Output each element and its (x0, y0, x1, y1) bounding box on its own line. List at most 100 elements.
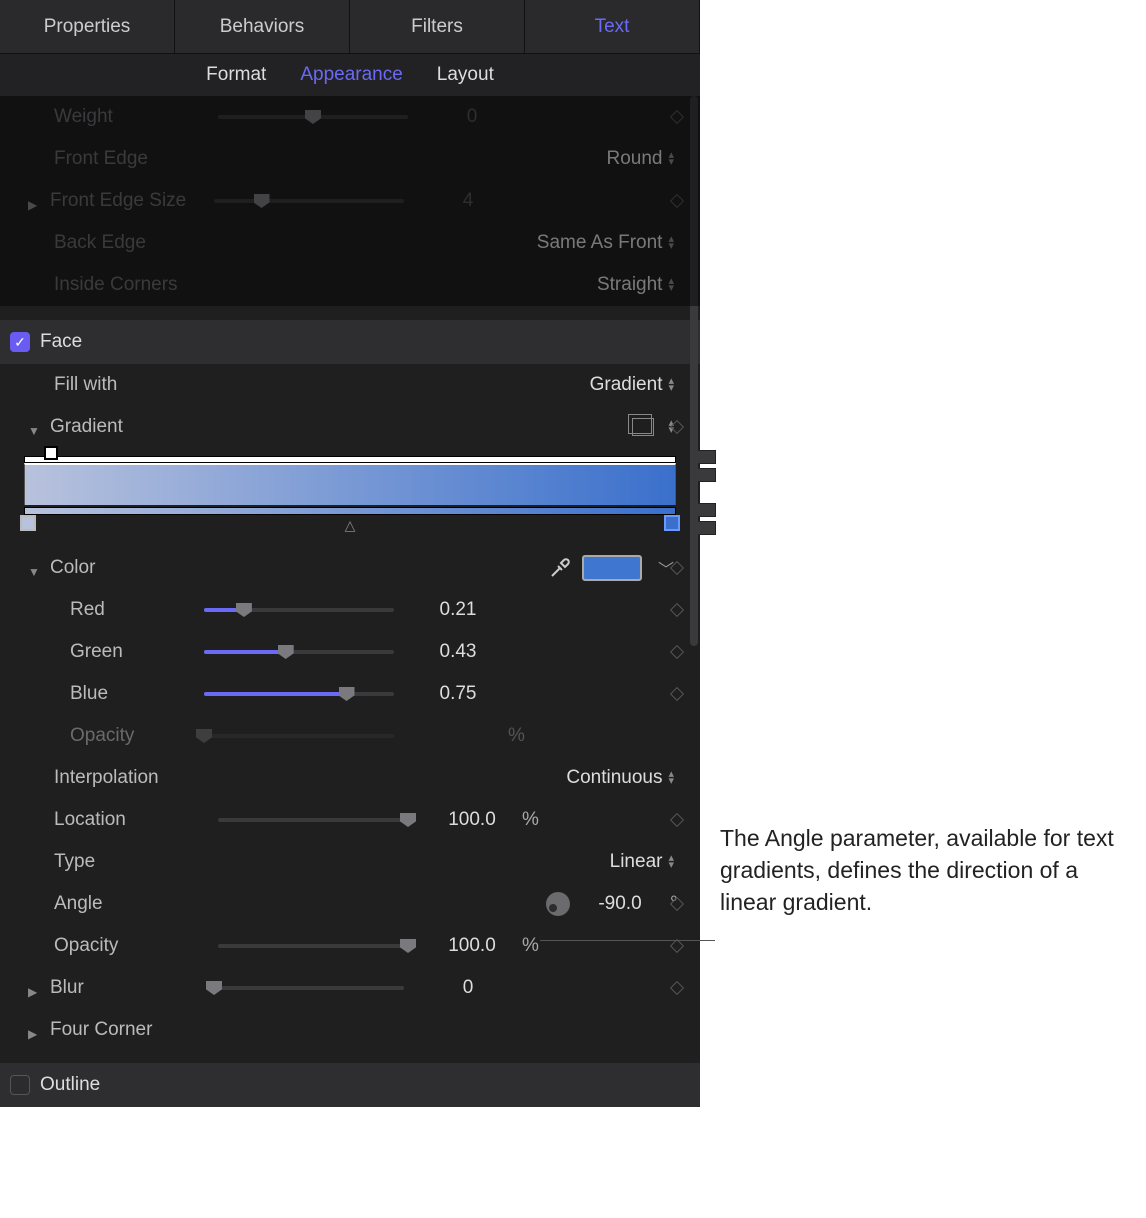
front-edge-size-label: Front Edge Size (50, 190, 200, 212)
color-well[interactable] (582, 555, 642, 581)
opacity-slider (204, 734, 394, 738)
tab-behaviors[interactable]: Behaviors (175, 0, 350, 53)
annotation-text: The Angle parameter, available for text … (720, 822, 1120, 919)
outline-checkbox[interactable] (10, 1075, 30, 1095)
param-gradient: Gradient (0, 406, 700, 448)
red-value[interactable]: 0.21 (408, 599, 508, 621)
keyframe-icon[interactable] (670, 110, 684, 124)
keyframe-icon[interactable] (670, 645, 684, 659)
callout-line (540, 940, 715, 941)
param-location: Location 100.0% (0, 799, 700, 841)
fill-with-label: Fill with (54, 374, 204, 396)
keyframe-icon[interactable] (670, 813, 684, 827)
weight-slider[interactable] (218, 115, 408, 119)
green-value[interactable]: 0.43 (408, 641, 508, 663)
param-opacity: Opacity % (0, 715, 700, 757)
green-slider[interactable] (204, 650, 394, 654)
disclosure-icon[interactable] (28, 980, 44, 996)
type-label: Type (54, 851, 204, 873)
back-edge-select[interactable]: Same As Front (537, 232, 674, 254)
param-green: Green 0.43 (0, 631, 700, 673)
location-label: Location (54, 809, 204, 831)
preset-icon[interactable] (632, 418, 654, 436)
scrollbar[interactable] (690, 96, 698, 646)
weight-value[interactable]: 0 (422, 106, 522, 128)
inside-corners-label: Inside Corners (54, 274, 204, 296)
eyedropper-icon[interactable] (548, 556, 572, 580)
blue-value[interactable]: 0.75 (408, 683, 508, 705)
param-fill-with: Fill with Gradient (0, 364, 700, 406)
inside-corners-select[interactable]: Straight (597, 274, 674, 296)
param-blue: Blue 0.75 (0, 673, 700, 715)
outline-section: Outline (0, 1063, 700, 1107)
subtab-layout[interactable]: Layout (437, 64, 494, 86)
angle-value[interactable]: -90.0 (570, 893, 670, 915)
param-angle: Angle -90.0° (0, 883, 700, 925)
blue-label: Blue (70, 683, 190, 705)
blue-slider[interactable] (204, 692, 394, 696)
parameters-list: Weight 0 Front Edge Round Front Edge Siz… (0, 96, 700, 1107)
disclosure-icon[interactable] (28, 1022, 44, 1038)
keyframe-icon[interactable] (670, 981, 684, 995)
green-label: Green (70, 641, 190, 663)
interpolation-label: Interpolation (54, 767, 204, 789)
keyframe-icon[interactable] (670, 603, 684, 617)
interpolation-select[interactable]: Continuous (566, 767, 674, 789)
four-corner-label: Four Corner (50, 1019, 200, 1041)
blur-value[interactable]: 0 (418, 977, 518, 999)
opacity-label: Opacity (70, 725, 190, 747)
gradient-bar[interactable] (24, 463, 676, 505)
tab-text[interactable]: Text (525, 0, 700, 53)
color-label: Color (50, 557, 200, 579)
disclosure-icon[interactable] (28, 193, 44, 209)
outline-label: Outline (40, 1074, 100, 1096)
location-value[interactable]: 100.0 (422, 809, 522, 831)
front-edge-size-value[interactable]: 4 (418, 190, 518, 212)
gradient-label: Gradient (50, 416, 200, 438)
tab-filters[interactable]: Filters (350, 0, 525, 53)
keyframe-icon[interactable] (670, 687, 684, 701)
gradient-color-stop[interactable] (20, 515, 36, 531)
angle-label: Angle (54, 893, 204, 915)
param-inside-corners: Inside Corners Straight (0, 264, 700, 306)
tab-properties[interactable]: Properties (0, 0, 175, 53)
gradient-preview (24, 507, 676, 515)
face-label: Face (40, 331, 82, 353)
weight-label: Weight (54, 106, 204, 128)
keyframe-icon[interactable] (670, 194, 684, 208)
keyframe-icon[interactable] (670, 939, 684, 953)
front-edge-select[interactable]: Round (606, 148, 674, 170)
opacity-stop-handle[interactable] (44, 446, 58, 460)
front-edge-size-slider[interactable] (214, 199, 404, 203)
face-section: Face (0, 320, 700, 364)
gradient-editor[interactable]: △ (0, 448, 700, 547)
param-front-edge: Front Edge Round (0, 138, 700, 180)
sub-tabs: Format Appearance Layout (0, 54, 700, 96)
angle-dial[interactable] (546, 892, 570, 916)
param-back-edge: Back Edge Same As Front (0, 222, 700, 264)
param-four-corner: Four Corner (0, 1009, 700, 1051)
opacity2-slider[interactable] (218, 944, 408, 948)
disclosure-icon[interactable] (28, 560, 44, 576)
opacity2-value[interactable]: 100.0 (422, 935, 522, 957)
red-label: Red (70, 599, 190, 621)
gradient-color-stop[interactable] (664, 515, 680, 531)
opacity-bar[interactable] (24, 456, 676, 463)
red-slider[interactable] (204, 608, 394, 612)
param-interpolation: Interpolation Continuous (0, 757, 700, 799)
param-type: Type Linear (0, 841, 700, 883)
back-edge-label: Back Edge (54, 232, 204, 254)
face-checkbox[interactable] (10, 332, 30, 352)
param-blur: Blur 0 (0, 967, 700, 1009)
front-edge-label: Front Edge (54, 148, 204, 170)
subtab-appearance[interactable]: Appearance (300, 64, 402, 86)
type-select[interactable]: Linear (610, 851, 674, 873)
blur-slider[interactable] (214, 986, 404, 990)
subtab-format[interactable]: Format (206, 64, 266, 86)
fill-with-select[interactable]: Gradient (590, 374, 674, 396)
disclosure-icon[interactable] (28, 419, 44, 435)
opacity2-label: Opacity (54, 935, 204, 957)
param-color: Color (0, 547, 700, 589)
location-slider[interactable] (218, 818, 408, 822)
gradient-midpoint-icon[interactable]: △ (345, 517, 356, 534)
